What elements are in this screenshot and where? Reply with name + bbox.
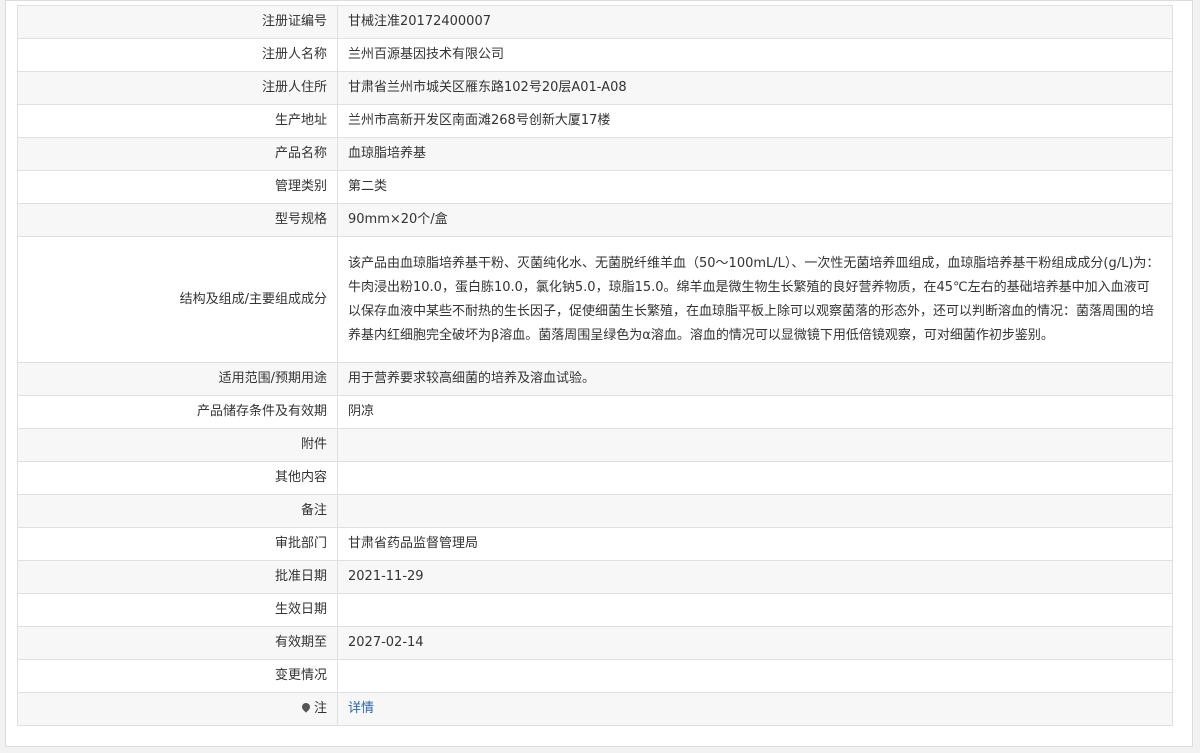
row-value-attachments [337,428,1173,462]
table-row: 其他内容 [17,461,1173,495]
row-value-intended-use: 用于营养要求较高细菌的培养及溶血试验。 [337,362,1173,396]
map-pin-icon [300,701,312,713]
row-label-product-name: 产品名称 [17,137,338,171]
row-label-attachments: 附件 [17,428,338,462]
row-label-valid-until: 有效期至 [17,626,338,660]
row-label-registration-no: 注册证编号 [17,5,338,39]
row-label-intended-use: 适用范围/预期用途 [17,362,338,396]
row-value-product-name: 血琼脂培养基 [337,137,1173,171]
row-value-other [337,461,1173,495]
row-value-effective-date [337,593,1173,627]
details-link[interactable]: 详情 [348,701,374,716]
row-value-registrant-address: 甘肃省兰州市城关区雁东路102号20层A01-A08 [337,71,1173,105]
table-row: 注册证编号 甘械注准20172400007 [17,5,1173,39]
detail-panel: 注册证编号 甘械注准20172400007 注册人名称 兰州百源基因技术有限公司… [5,0,1193,747]
table-row: 附件 [17,428,1173,462]
row-value-approval-dept: 甘肃省药品监督管理局 [337,527,1173,561]
row-value-storage: 阴凉 [337,395,1173,429]
row-value-approval-date: 2021-11-29 [337,560,1173,594]
table-row: 结构及组成/主要组成成分 该产品由血琼脂培养基干粉、灭菌纯化水、无菌脱纤维羊血（… [17,236,1173,363]
row-label-registrant-address: 注册人住所 [17,71,338,105]
table-row: 型号规格 90mm×20个/盒 [17,203,1173,237]
table-row: 批准日期 2021-11-29 [17,560,1173,594]
row-value-management-class: 第二类 [337,170,1173,204]
row-label-production-address: 生产地址 [17,104,338,138]
table-row: 生产地址 兰州市高新开发区南面滩268号创新大厦17楼 [17,104,1173,138]
row-label-registrant-name: 注册人名称 [17,38,338,72]
table-row: 备注 [17,494,1173,528]
row-value-composition: 该产品由血琼脂培养基干粉、灭菌纯化水、无菌脱纤维羊血（50～100mL/L）、一… [337,236,1173,363]
row-label-changes: 变更情况 [17,659,338,693]
table-row: 注册人住所 甘肃省兰州市城关区雁东路102号20层A01-A08 [17,71,1173,105]
table-row: 注册人名称 兰州百源基因技术有限公司 [17,38,1173,72]
row-label-management-class: 管理类别 [17,170,338,204]
row-label-effective-date: 生效日期 [17,593,338,627]
table-row: 注 详情 [17,692,1173,726]
table-row: 产品名称 血琼脂培养基 [17,137,1173,171]
table-row: 变更情况 [17,659,1173,693]
table-row: 审批部门 甘肃省药品监督管理局 [17,527,1173,561]
row-label-approval-dept: 审批部门 [17,527,338,561]
table-row: 管理类别 第二类 [17,170,1173,204]
row-label-note: 注 [17,692,338,726]
row-label-storage: 产品储存条件及有效期 [17,395,338,429]
row-value-production-address: 兰州市高新开发区南面滩268号创新大厦17楼 [337,104,1173,138]
table-row: 生效日期 [17,593,1173,627]
row-value-registration-no: 甘械注准20172400007 [337,5,1173,39]
row-value-registrant-name: 兰州百源基因技术有限公司 [337,38,1173,72]
row-label-remarks: 备注 [17,494,338,528]
row-value-note: 详情 [337,692,1173,726]
row-value-valid-until: 2027-02-14 [337,626,1173,660]
table-row: 产品储存条件及有效期 阴凉 [17,395,1173,429]
row-label-other: 其他内容 [17,461,338,495]
row-value-model-spec: 90mm×20个/盒 [337,203,1173,237]
row-label-model-spec: 型号规格 [17,203,338,237]
row-label-approval-date: 批准日期 [17,560,338,594]
table-row: 适用范围/预期用途 用于营养要求较高细菌的培养及溶血试验。 [17,362,1173,396]
note-label: 注 [313,701,327,716]
row-value-changes [337,659,1173,693]
row-value-remarks [337,494,1173,528]
row-label-composition: 结构及组成/主要组成成分 [17,236,338,363]
table-row: 有效期至 2027-02-14 [17,626,1173,660]
registration-detail-table: 注册证编号 甘械注准20172400007 注册人名称 兰州百源基因技术有限公司… [17,5,1173,726]
